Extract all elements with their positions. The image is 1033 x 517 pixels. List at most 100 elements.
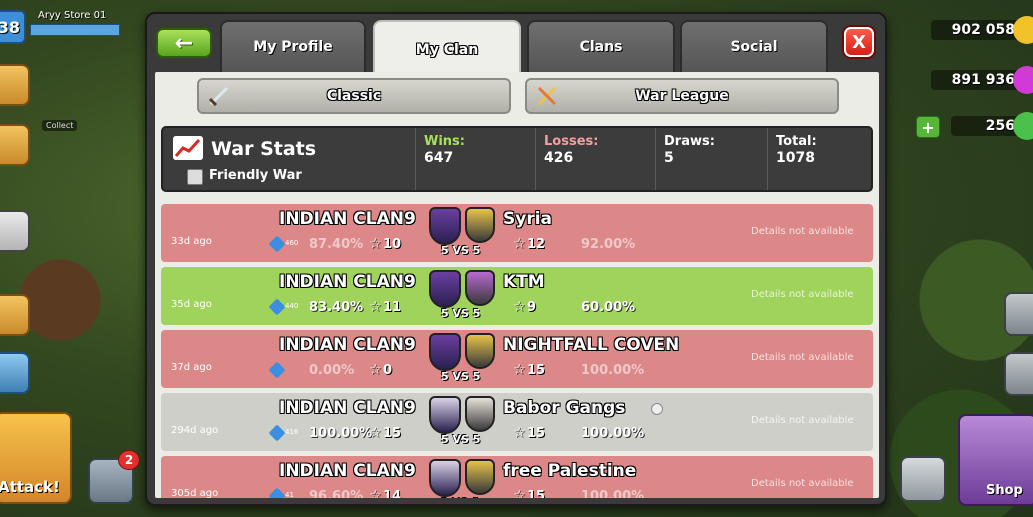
war-league-number: 440 [285, 302, 299, 310]
elixir-amount: 891 936 [931, 70, 1021, 90]
shop-button[interactable]: Shop [958, 414, 1033, 506]
collect-label[interactable]: Collect [42, 120, 78, 131]
our-destruction-percent: 83.40% [309, 300, 364, 315]
war-stats-title: War Stats [211, 138, 317, 160]
close-button[interactable]: X [844, 27, 874, 57]
tab-my-profile[interactable]: My Profile [220, 20, 366, 72]
losses-stat: Losses: 426 [535, 128, 655, 190]
our-clan-badge-icon [429, 207, 461, 245]
our-stars-count: 14 [383, 489, 402, 498]
tab-social[interactable]: Social [680, 20, 828, 72]
our-star-icon: ☆ [369, 488, 382, 498]
map-button[interactable] [900, 456, 946, 502]
opponent-destruction-percent: 100.00% [581, 489, 645, 498]
our-clan-badge-icon [429, 270, 461, 308]
war-time-ago: 35d ago [171, 299, 212, 310]
our-star-icon: ☆ [369, 299, 382, 315]
war-log-row[interactable]: 37d ago INDIAN CLAN9 5 VS 5 NIGHTFALL COVEN… [161, 330, 873, 388]
opponent-star-icon: ☆ [513, 299, 526, 315]
buy-gems-plus-icon[interactable]: + [916, 116, 940, 138]
opponent-stars-count: 9 [527, 300, 537, 315]
opponent-star-icon: ☆ [513, 236, 526, 252]
war-time-ago: 305d ago [171, 488, 219, 498]
losses-value: 426 [544, 150, 574, 166]
war-button[interactable] [0, 294, 30, 336]
attack-button[interactable]: Attack! [0, 412, 72, 504]
opponent-skull-icon [651, 403, 663, 415]
gold-amount: 902 058 [931, 20, 1021, 40]
back-arrow-button[interactable]: ← [156, 28, 212, 58]
opponent-clan-badge-icon [465, 207, 495, 243]
war-league-number: 41 [285, 491, 294, 498]
war-stats-box: War Stats Friendly War Wins: 647 Losses:… [161, 126, 873, 192]
our-clan-name: INDIAN CLAN9 [279, 209, 416, 229]
opponent-stars-count: 15 [527, 426, 546, 441]
opponent-clan-name: free Palestine [503, 461, 637, 481]
war-details-note: Details not available [751, 289, 854, 300]
draws-stat: Draws: 5 [655, 128, 767, 190]
tab-clans[interactable]: Clans [527, 20, 675, 72]
classic-war-button[interactable]: Classic [197, 78, 511, 114]
chat-button[interactable] [0, 210, 30, 252]
war-log-row[interactable]: 33d ago INDIAN CLAN9 5 VS 5 Syria 460 87.40% ☆… [161, 204, 873, 262]
player-xp-bar [30, 24, 120, 36]
our-destruction-percent: 96.60% [309, 489, 364, 498]
opponent-star-icon: ☆ [513, 488, 526, 498]
war-league-label: War League [635, 88, 729, 104]
our-clan-badge-icon [429, 396, 461, 434]
our-clan-badge-icon [429, 333, 461, 371]
war-stats-header: War Stats Friendly War [163, 128, 415, 190]
friendly-war-checkbox[interactable] [187, 169, 203, 185]
war-log-panel: Classic War League War Stats Friendly Wa… [155, 72, 879, 498]
leaderboard-button[interactable] [0, 64, 30, 106]
crossed-swords-icon [537, 86, 557, 106]
elixir-icon [1013, 66, 1033, 94]
war-league-icon [268, 235, 286, 253]
shop-label: Shop [986, 483, 1023, 498]
opponent-star-icon: ☆ [513, 362, 526, 378]
wins-stat: Wins: 647 [415, 128, 535, 190]
wins-value: 647 [424, 150, 454, 166]
gold-icon [1013, 16, 1033, 44]
player-name: Aryy Store 01 [38, 10, 107, 21]
opponent-destruction-percent: 92.00% [581, 237, 636, 252]
attack-label: Attack! [0, 478, 60, 496]
clan-window: ← My Profile My Clan Clans Social X Clas… [145, 12, 887, 506]
tasks-button[interactable] [0, 124, 30, 166]
war-log-row[interactable]: 305d ago INDIAN CLAN9 5 VS 5 free Palestine… [161, 456, 873, 498]
opponent-clan-name: NIGHTFALL COVEN [503, 335, 680, 355]
war-log-row[interactable]: 35d ago INDIAN CLAN9 5 VS 5 KTM 440 83.40% ☆ 11… [161, 267, 873, 325]
opponent-clan-name: KTM [503, 272, 545, 292]
builder-base-button[interactable] [0, 352, 30, 394]
war-size-vs: 5 VS 5 [441, 244, 481, 257]
war-league-icon [268, 487, 286, 498]
sword-icon [208, 86, 229, 107]
tab-my-clan[interactable]: My Clan [373, 20, 521, 78]
friendly-war-label: Friendly War [209, 168, 302, 183]
war-time-ago: 33d ago [171, 236, 212, 247]
our-star-icon: ☆ [369, 236, 382, 252]
our-clan-name: INDIAN CLAN9 [279, 461, 416, 481]
opponent-stars-count: 12 [527, 237, 546, 252]
war-size-vs: 5 VS 5 [441, 307, 481, 320]
war-log-row[interactable]: 294d ago INDIAN CLAN9 5 VS 5 Babor Gangs 416… [161, 393, 873, 451]
our-clan-badge-icon [429, 459, 461, 497]
edit-layout-button[interactable] [1004, 292, 1033, 336]
settings-gear-icon[interactable] [1004, 352, 1033, 396]
opponent-stars-count: 15 [527, 363, 546, 378]
opponent-clan-badge-icon [465, 459, 495, 495]
our-clan-name: INDIAN CLAN9 [279, 272, 416, 292]
back-arrow-icon: ← [174, 30, 194, 56]
war-league-button[interactable]: War League [525, 78, 839, 114]
our-star-icon: ☆ [369, 425, 382, 441]
wins-label: Wins: [424, 134, 465, 149]
war-league-number: 460 [285, 239, 299, 247]
opponent-clan-badge-icon [465, 333, 495, 369]
player-level-badge[interactable]: 38 [0, 10, 26, 44]
opponent-clan-name: Babor Gangs [503, 398, 626, 418]
chart-icon [173, 136, 203, 160]
opponent-stars-count: 15 [527, 489, 546, 498]
opponent-star-icon: ☆ [513, 425, 526, 441]
war-size-vs: 5 VS 5 [441, 370, 481, 383]
draws-value: 5 [664, 150, 674, 166]
